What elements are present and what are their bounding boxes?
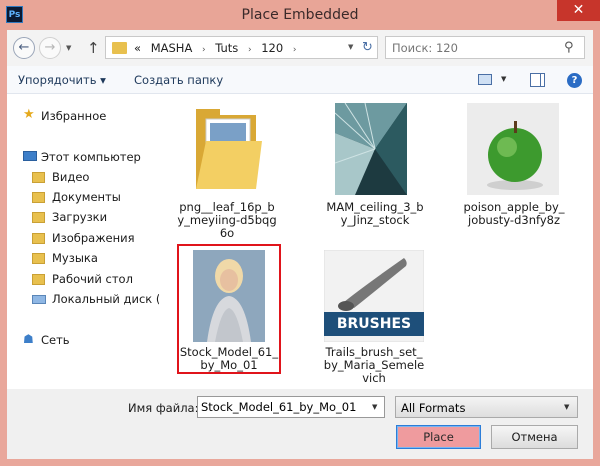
folder-icon xyxy=(196,109,262,189)
filename-input[interactable] xyxy=(201,400,366,414)
local-disk-icon xyxy=(32,295,46,304)
desktop-folder-icon xyxy=(32,274,45,285)
network-icon: ☗ xyxy=(23,332,34,346)
sidebar-item-documents[interactable]: Документы xyxy=(52,190,121,204)
search-input[interactable] xyxy=(392,41,552,55)
command-toolbar: Упорядочить ▾ Создать папку ▼ ? xyxy=(7,66,593,94)
organize-menu-button[interactable]: Упорядочить ▾ xyxy=(18,73,106,87)
chevron-down-icon[interactable]: ▼ xyxy=(372,403,377,411)
file-name: MAM_ceiling_3_b y_Jinz_stock xyxy=(326,200,424,227)
sidebar-item-network[interactable]: Сеть xyxy=(41,333,70,347)
breadcrumb-item-masha[interactable]: MASHA xyxy=(151,41,193,55)
dialog-client: ← → ▼ ↑ « MASHA › Tuts › 120 › ▼ ↻ Поиск… xyxy=(7,30,593,459)
sidebar-item-desktop[interactable]: Рабочий стол xyxy=(52,272,133,286)
cancel-button[interactable]: Отмена xyxy=(491,425,578,449)
title-bar: Ps Place Embedded ✕ xyxy=(0,0,600,30)
file-name: poison_apple_by_ jobusty-d3nfy8z xyxy=(463,200,565,227)
filename-combobox[interactable]: ▼ xyxy=(197,396,385,418)
dialog-footer: Имя файла: ▼ All Formats ▼ Place Отмена xyxy=(7,389,593,459)
preview-pane-icon[interactable] xyxy=(530,73,545,87)
file-list: png__leaf_16p_b y_meyiing-d5bqg 6o MAM_c… xyxy=(159,94,593,389)
music-folder-icon xyxy=(32,253,45,264)
sidebar-item-downloads[interactable]: Загрузки xyxy=(52,210,107,224)
image-thumbnail xyxy=(193,250,265,342)
list-item[interactable]: poison_apple_by_ jobusty-d3nfy8z xyxy=(453,98,575,238)
search-box[interactable]: ⚲ xyxy=(385,36,585,59)
breadcrumb-item-tuts[interactable]: Tuts xyxy=(215,41,238,55)
folder-icon xyxy=(112,42,127,54)
file-name: Trails_brush_set_ by_Maria_Semele vich xyxy=(323,345,425,385)
pictures-folder-icon xyxy=(32,233,45,244)
image-thumbnail xyxy=(335,103,407,195)
filename-label: Имя файла: xyxy=(128,401,199,415)
chevron-right-icon[interactable]: › xyxy=(248,45,252,55)
back-button[interactable]: ← xyxy=(13,37,35,59)
view-mode-dropdown-icon[interactable]: ▼ xyxy=(501,75,506,83)
list-item[interactable]: png__leaf_16p_b y_meyiing-d5bqg 6o xyxy=(169,98,285,240)
brushes-badge: BRUSHES xyxy=(336,316,412,332)
new-folder-button[interactable]: Создать папку xyxy=(134,73,223,87)
view-mode-icon[interactable] xyxy=(478,74,492,85)
chevron-right-icon[interactable]: › xyxy=(202,45,206,55)
documents-folder-icon xyxy=(32,192,45,203)
dialog-window: Ps Place Embedded ✕ ← → ▼ ↑ « MASHA › Tu… xyxy=(0,0,600,466)
address-dropdown-icon[interactable]: ▼ xyxy=(348,43,353,51)
sidebar-item-this-pc[interactable]: Этот компьютер xyxy=(41,150,141,164)
help-icon[interactable]: ? xyxy=(567,73,582,88)
up-level-button[interactable]: ↑ xyxy=(87,39,100,57)
video-folder-icon xyxy=(32,172,45,183)
window-title: Place Embedded xyxy=(241,7,359,23)
sidebar-item-pictures[interactable]: Изображения xyxy=(52,231,135,245)
sidebar-item-video[interactable]: Видео xyxy=(52,170,89,184)
breadcrumb-item-120[interactable]: 120 xyxy=(261,41,283,55)
chevron-down-icon[interactable]: ▼ xyxy=(564,403,569,411)
chevron-right-icon[interactable]: › xyxy=(293,45,297,55)
recent-locations-dropdown[interactable]: ▼ xyxy=(66,44,71,52)
sidebar-item-music[interactable]: Музыка xyxy=(52,251,98,265)
file-format-select[interactable]: All Formats ▼ xyxy=(395,396,578,418)
downloads-folder-icon xyxy=(32,212,45,223)
sidebar-item-local-disk[interactable]: Локальный диск (C xyxy=(52,292,168,306)
address-bar[interactable]: « MASHA › Tuts › 120 › ▼ ↻ xyxy=(105,36,378,59)
image-thumbnail xyxy=(467,103,559,195)
close-button[interactable]: ✕ xyxy=(557,0,600,21)
navigation-bar: ← → ▼ ↑ « MASHA › Tuts › 120 › ▼ ↻ Поиск… xyxy=(7,30,593,66)
star-icon: ★ xyxy=(23,107,35,122)
computer-icon xyxy=(23,151,37,161)
refresh-icon[interactable]: ↻ xyxy=(362,40,373,55)
breadcrumb: « MASHA › Tuts › 120 › xyxy=(134,41,302,55)
file-format-value: All Formats xyxy=(401,401,466,415)
file-name: Stock_Model_61_ by_Mo_01 xyxy=(179,345,279,372)
list-item[interactable]: MAM_ceiling_3_b y_Jinz_stock xyxy=(317,98,433,238)
file-name: png__leaf_16p_b y_meyiing-d5bqg 6o xyxy=(177,200,277,240)
forward-button[interactable]: → xyxy=(39,37,61,59)
sidebar-item-favorites[interactable]: Избранное xyxy=(41,109,106,123)
breadcrumb-prefix[interactable]: « xyxy=(134,41,141,55)
navigation-pane: ★ Избранное Этот компьютер Видео Докумен… xyxy=(7,94,168,389)
place-button[interactable]: Place xyxy=(396,425,481,449)
list-item[interactable]: BRUSHES Trails_brush_set_ by_Maria_Semel… xyxy=(315,244,433,385)
search-icon[interactable]: ⚲ xyxy=(564,40,574,55)
list-item[interactable]: Stock_Model_61_ by_Mo_01 xyxy=(177,244,281,374)
